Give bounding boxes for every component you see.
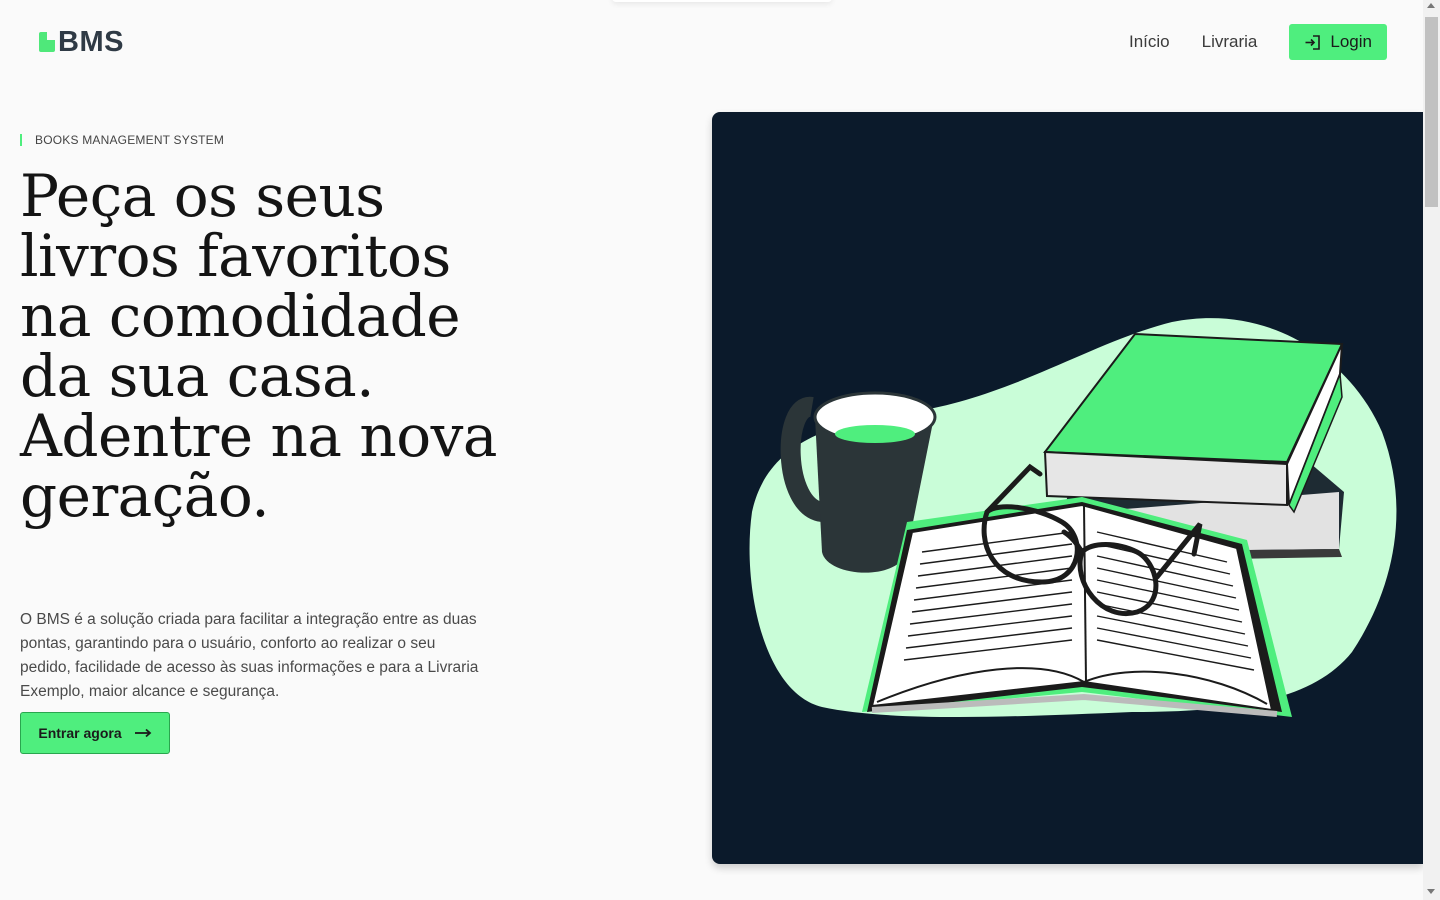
logo[interactable]: BMS — [39, 25, 124, 58]
book-logo-icon — [39, 32, 55, 52]
login-label: Login — [1330, 32, 1372, 51]
nav-link-inicio[interactable]: Início — [1129, 32, 1170, 52]
nav-links: Início Livraria Login — [1129, 24, 1387, 60]
eyebrow-text: BOOKS MANAGEMENT SYSTEM — [35, 133, 225, 147]
nav-link-livraria[interactable]: Livraria — [1202, 32, 1258, 52]
scroll-down-arrow-icon[interactable] — [1427, 889, 1435, 894]
navbar: BMS Início Livraria Login — [0, 0, 1423, 84]
books-coffee-glasses-illustration — [749, 318, 1397, 717]
login-arrow-icon — [1305, 34, 1321, 50]
eyebrow: BOOKS MANAGEMENT SYSTEM — [20, 133, 224, 147]
arrow-right-icon — [134, 728, 151, 738]
eyebrow-bar — [20, 134, 22, 146]
scroll-thumb[interactable] — [1425, 17, 1438, 207]
hero-description: O BMS é a solução criada para facilitar … — [20, 611, 479, 700]
hero-illustration-card — [712, 112, 1423, 864]
login-button[interactable]: Login — [1289, 24, 1387, 60]
enter-now-button[interactable]: Entrar agora — [20, 712, 170, 754]
scroll-up-arrow-icon[interactable] — [1427, 3, 1435, 8]
cta-label: Entrar agora — [38, 725, 122, 741]
logo-text: BMS — [58, 25, 124, 58]
hero-headline: Peça os seus livros favoritos na comodid… — [20, 162, 497, 530]
scrollbar[interactable] — [1423, 0, 1440, 900]
